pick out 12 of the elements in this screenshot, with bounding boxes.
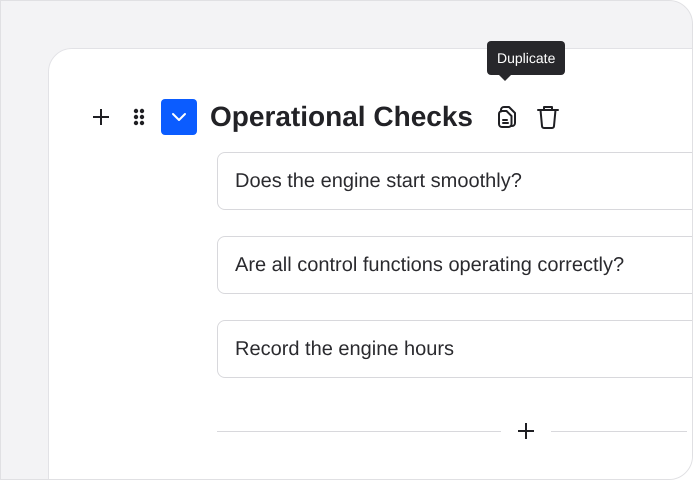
drag-handle-icon[interactable] (133, 108, 145, 126)
tooltip: Duplicate (486, 41, 566, 75)
chevron-down-icon (171, 112, 187, 122)
tooltip-pointer (498, 75, 511, 81)
section-title: Operational Checks (210, 101, 473, 133)
question-field[interactable]: Are all control functions operating correctly? (217, 236, 692, 294)
question-field[interactable]: Record the engine hours (217, 320, 692, 378)
add-icon[interactable] (516, 421, 536, 441)
question-field[interactable]: Does the engine start smoothly? (217, 152, 692, 210)
trash-icon[interactable] (536, 104, 560, 130)
collapse-toggle[interactable] (161, 99, 197, 135)
add-icon[interactable] (91, 107, 111, 127)
